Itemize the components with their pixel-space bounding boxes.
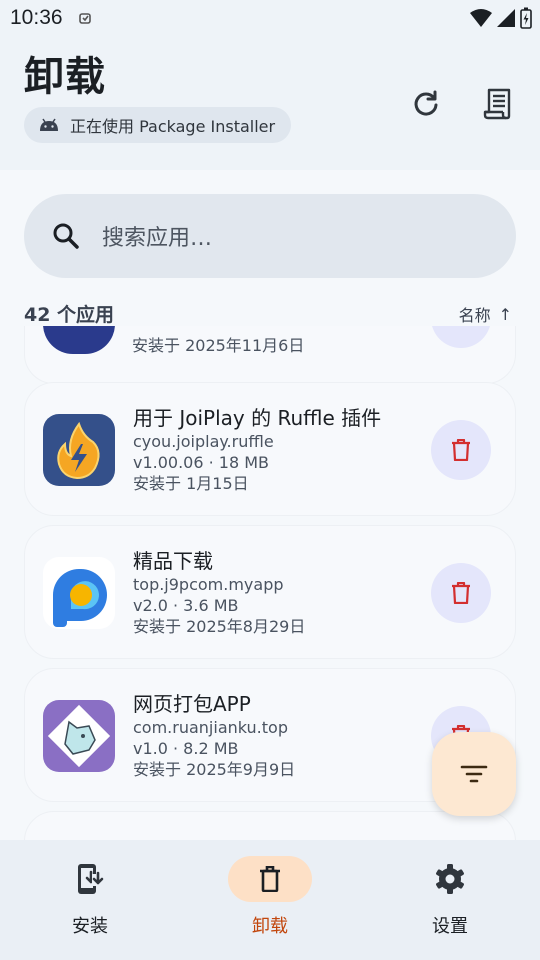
refresh-icon [414,90,438,116]
install-icon [78,864,104,894]
status-time: 10:36 [10,6,63,29]
nav-install-label: 安装 [72,916,108,937]
app-package: cyou.joiplay.ruffle [133,432,274,451]
filter-button[interactable] [432,732,516,816]
page-title: 卸载 [24,54,106,100]
signal-icon [497,9,515,27]
flame-icon [57,421,100,480]
app-version: v1.00.06 · 18 MB [133,453,270,472]
log-button[interactable] [478,84,518,124]
app-package: top.j9pcom.myapp [133,575,284,594]
nav-install[interactable]: 安装 [0,840,180,960]
trash-icon [260,866,280,892]
app-info: 网页打包APP com.ruanjianku.top v1.0 · 8.2 MB… [133,691,295,780]
app-name: 精品下载 [133,549,213,573]
app-info: 精品下载 top.j9pcom.myapp v2.0 · 3.6 MB 安装于 … [133,548,305,637]
status-icons [470,7,532,29]
search-icon [53,223,79,249]
trash-icon [452,439,470,461]
app-install-date: 安装于 2025年11月6日 [132,336,305,355]
installer-chip-label: 正在使用 Package Installer [70,117,276,136]
nav-settings-label: 设置 [432,916,468,937]
delete-button[interactable] [431,563,491,623]
app-icon [43,414,115,486]
sort-arrow-icon: ↑ [498,304,512,324]
nav-settings-icon-wrap [408,856,492,902]
filter-icon [460,765,488,783]
app-count: 42 个应用 [24,304,115,326]
nav-uninstall-icon-wrap [228,856,312,902]
nav-settings[interactable]: 设置 [360,840,540,960]
p-logo-icon [53,569,107,627]
battery-icon [520,7,532,29]
installer-chip[interactable]: 正在使用 Package Installer [24,107,292,143]
refresh-button[interactable] [406,84,446,124]
app-install-date: 安装于 2025年9月9日 [133,760,296,779]
bottom-navigation: 安装 卸载 设置 [0,840,540,960]
notification-icon [78,13,91,24]
gear-icon [436,864,464,894]
search-placeholder: 搜索应用… [102,226,213,251]
app-icon [43,700,115,772]
receipt-icon [483,88,511,120]
delete-button[interactable] [431,420,491,480]
list-item[interactable] [24,811,516,840]
trash-icon [452,582,470,604]
nav-install-icon-wrap [48,856,132,902]
app-name: 用于 JoiPlay 的 Ruffle 插件 [133,406,382,430]
list-item[interactable]: 用于 JoiPlay 的 Ruffle 插件 cyou.joiplay.ruff… [24,382,516,516]
app-info: 用于 JoiPlay 的 Ruffle 插件 cyou.joiplay.ruff… [133,405,381,494]
app-package: com.ruanjianku.top [133,718,288,737]
app-version: v2.0 · 3.6 MB [133,596,239,615]
search-input[interactable]: 搜索应用… [24,194,516,278]
sort-label: 名称 [458,306,491,325]
dog-icon [47,704,111,768]
app-install-date: 安装于 2025年8月29日 [133,617,306,636]
sort-button[interactable]: 名称 ↑ [459,302,512,326]
nav-uninstall-label: 卸载 [252,916,288,937]
android-icon [40,118,58,131]
list-item[interactable]: 精品下载 top.j9pcom.myapp v2.0 · 3.6 MB 安装于 … [24,525,516,659]
app-icon [43,557,115,629]
wifi-icon [470,9,492,27]
app-icon [43,326,115,354]
app-name: 网页打包APP [133,692,251,716]
status-bar: 10:36 [0,0,540,36]
nav-uninstall[interactable]: 卸载 [180,840,360,960]
delete-button[interactable] [431,326,491,348]
app-version: v1.0 · 8.2 MB [133,739,239,758]
app-install-date: 安装于 1月15日 [133,474,249,493]
